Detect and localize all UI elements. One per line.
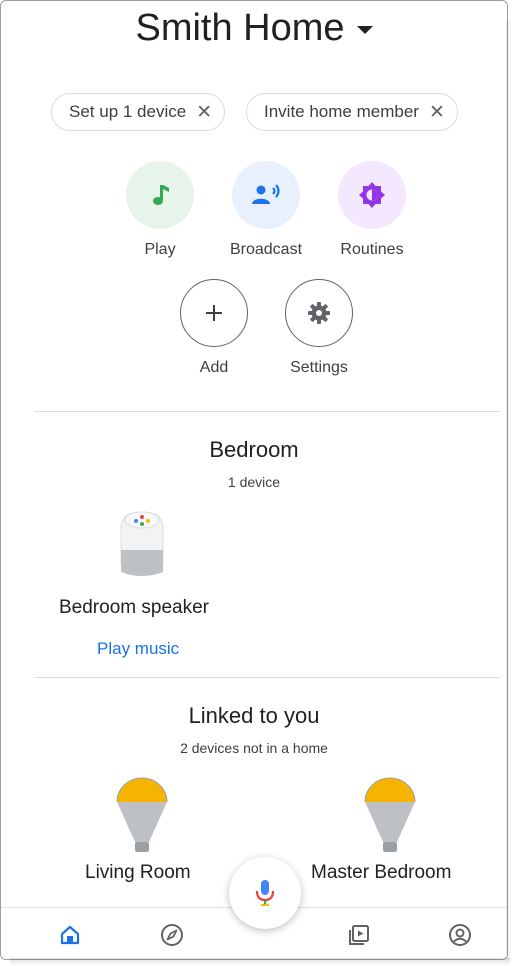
add-action[interactable]: Add xyxy=(159,279,269,377)
light-bulb-icon[interactable] xyxy=(359,776,421,856)
nav-account[interactable] xyxy=(445,920,475,950)
section-divider xyxy=(34,411,499,412)
dropdown-caret-icon xyxy=(356,25,373,34)
room-title: Bedroom xyxy=(209,437,299,462)
add-label: Add xyxy=(199,359,229,376)
chip-label: Set up 1 device xyxy=(69,102,187,121)
media-icon xyxy=(349,925,369,945)
play-label: Play xyxy=(144,241,176,258)
settings-action[interactable]: Settings xyxy=(264,279,374,377)
gear-icon xyxy=(308,302,330,324)
invite-member-chip[interactable]: Invite home member ✕ xyxy=(246,93,458,131)
nav-discover[interactable] xyxy=(157,920,187,950)
device-name[interactable]: Master Bedroom xyxy=(311,862,451,884)
routines-icon xyxy=(359,182,385,208)
play-action[interactable]: Play xyxy=(105,161,215,259)
device-name[interactable]: Bedroom speaker xyxy=(59,597,209,619)
play-circle[interactable] xyxy=(126,161,194,229)
linked-title: Linked to you xyxy=(188,703,320,728)
home-selector[interactable]: Smith Home xyxy=(1,7,507,50)
app-window: Smith Home Set up 1 device ✕ Invite home… xyxy=(0,0,508,960)
linked-subtitle: 2 devices not in a home xyxy=(180,740,328,756)
light-bulb-icon[interactable] xyxy=(111,776,173,856)
plus-icon xyxy=(206,305,222,321)
settings-label: Settings xyxy=(290,359,348,376)
account-icon xyxy=(449,924,471,946)
broadcast-circle[interactable] xyxy=(232,161,300,229)
routines-action[interactable]: Routines xyxy=(317,161,427,259)
chip-label: Invite home member xyxy=(264,102,419,121)
nav-home[interactable] xyxy=(55,920,85,950)
setup-device-chip[interactable]: Set up 1 device ✕ xyxy=(51,93,226,131)
microphone-icon xyxy=(255,880,275,906)
nav-media[interactable] xyxy=(344,920,374,950)
broadcast-icon xyxy=(252,184,280,204)
window-shadow xyxy=(10,958,510,966)
room-device-count: 1 device xyxy=(227,474,281,490)
settings-circle[interactable] xyxy=(285,279,353,347)
home-name: Smith Home xyxy=(135,7,345,49)
home-icon xyxy=(60,925,80,945)
broadcast-label: Broadcast xyxy=(229,241,303,258)
routines-circle[interactable] xyxy=(338,161,406,229)
assistant-mic-button[interactable] xyxy=(229,857,301,929)
device-name[interactable]: Living Room xyxy=(85,862,191,884)
broadcast-action[interactable]: Broadcast xyxy=(211,161,321,259)
close-icon[interactable]: ✕ xyxy=(429,101,445,124)
section-divider xyxy=(34,677,499,678)
routines-label: Routines xyxy=(340,241,404,258)
play-music-link[interactable]: Play music xyxy=(97,639,179,659)
music-note-icon xyxy=(153,185,169,205)
compass-icon xyxy=(161,924,183,946)
window-shadow xyxy=(506,20,512,960)
smart-speaker-icon[interactable] xyxy=(117,506,167,584)
close-icon[interactable]: ✕ xyxy=(196,101,212,124)
add-circle[interactable] xyxy=(180,279,248,347)
